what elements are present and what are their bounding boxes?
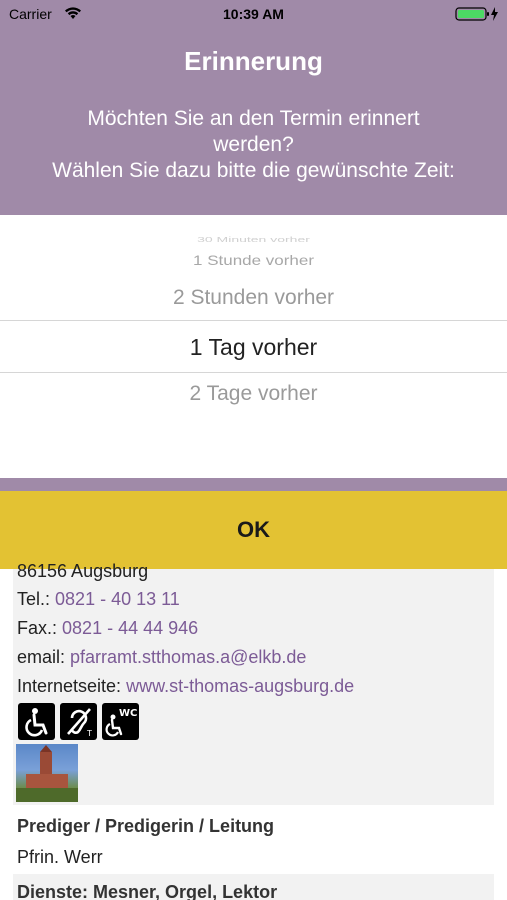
dialog-message-line1: Möchten Sie an den Termin erinnert (87, 107, 420, 130)
picker-option[interactable]: 30 Minuten vorher (0, 235, 507, 244)
services-section: Dienste: Mesner, Orgel, Lektor (13, 874, 494, 900)
dialog-message: Möchten Sie an den Termin erinnert werde… (20, 106, 487, 184)
services-heading: Dienste: Mesner, Orgel, Lektor (17, 882, 278, 900)
picker-selection-top-line (0, 320, 507, 321)
leadership-section: Prediger / Predigerin / Leitung Pfrin. W… (13, 810, 494, 874)
dialog-title: Erinnerung (184, 46, 323, 76)
picker-option-selected[interactable]: 1 Tag vorher (0, 334, 507, 361)
fax-label: Fax.: (17, 618, 58, 638)
accessible-wc-icon: WC (102, 703, 139, 740)
reminder-time-picker[interactable]: 30 Minuten vorher 1 Stunde vorher 2 Stun… (0, 215, 507, 478)
wc-label: WC (119, 708, 137, 719)
tel-row: Tel.: 0821 - 40 13 11 (17, 589, 180, 610)
dialog-message-line2: werden? (213, 133, 294, 156)
tel-link[interactable]: 0821 - 40 13 11 (55, 589, 180, 609)
wheelchair-icon (18, 703, 55, 740)
leadership-value: Pfrin. Werr (17, 847, 103, 867)
leadership-heading: Prediger / Predigerin / Leitung (17, 816, 275, 836)
email-row: email: pfarramt.stthomas.a@elkb.de (17, 647, 306, 668)
picker-option[interactable]: 2 Stunden vorher (0, 286, 507, 310)
website-label: Internetseite: (17, 676, 122, 696)
picker-option[interactable]: 1 Stunde vorher (0, 253, 507, 269)
website-link[interactable]: www.st-thomas-augsburg.de (126, 676, 354, 696)
church-photo[interactable] (16, 744, 78, 802)
contact-card: 86156 Augsburg Tel.: 0821 - 40 13 11 Fax… (13, 561, 494, 805)
tel-label: Tel.: (17, 589, 51, 609)
svg-text:T: T (86, 729, 92, 738)
status-time: 10:39 AM (223, 6, 284, 22)
picker-option[interactable]: 2 Tage vorher (0, 382, 507, 406)
battery-charging-icon (455, 6, 499, 25)
fax-link[interactable]: 0821 - 44 44 946 (62, 618, 198, 638)
website-row: Internetseite: www.st-thomas-augsburg.de (17, 676, 354, 697)
status-bar: Carrier 10:39 AM (0, 0, 507, 28)
event-details: 86156 Augsburg Tel.: 0821 - 40 13 11 Fax… (0, 561, 507, 900)
dialog-message-line3: Wählen Sie dazu bitte die gewünschte Zei… (52, 159, 455, 182)
fax-row: Fax.: 0821 - 44 44 946 (17, 618, 198, 639)
reminder-dialog-header: Erinnerung Möchten Sie an den Termin eri… (0, 28, 507, 215)
dialog-separator (0, 478, 507, 491)
hearing-loop-icon: T (60, 703, 97, 740)
ok-button[interactable]: OK (0, 491, 507, 569)
email-label: email: (17, 647, 66, 667)
email-link[interactable]: pfarramt.stthomas.a@elkb.de (70, 647, 306, 667)
picker-selection-bottom-line (0, 372, 507, 373)
address-line: 86156 Augsburg (17, 561, 149, 581)
